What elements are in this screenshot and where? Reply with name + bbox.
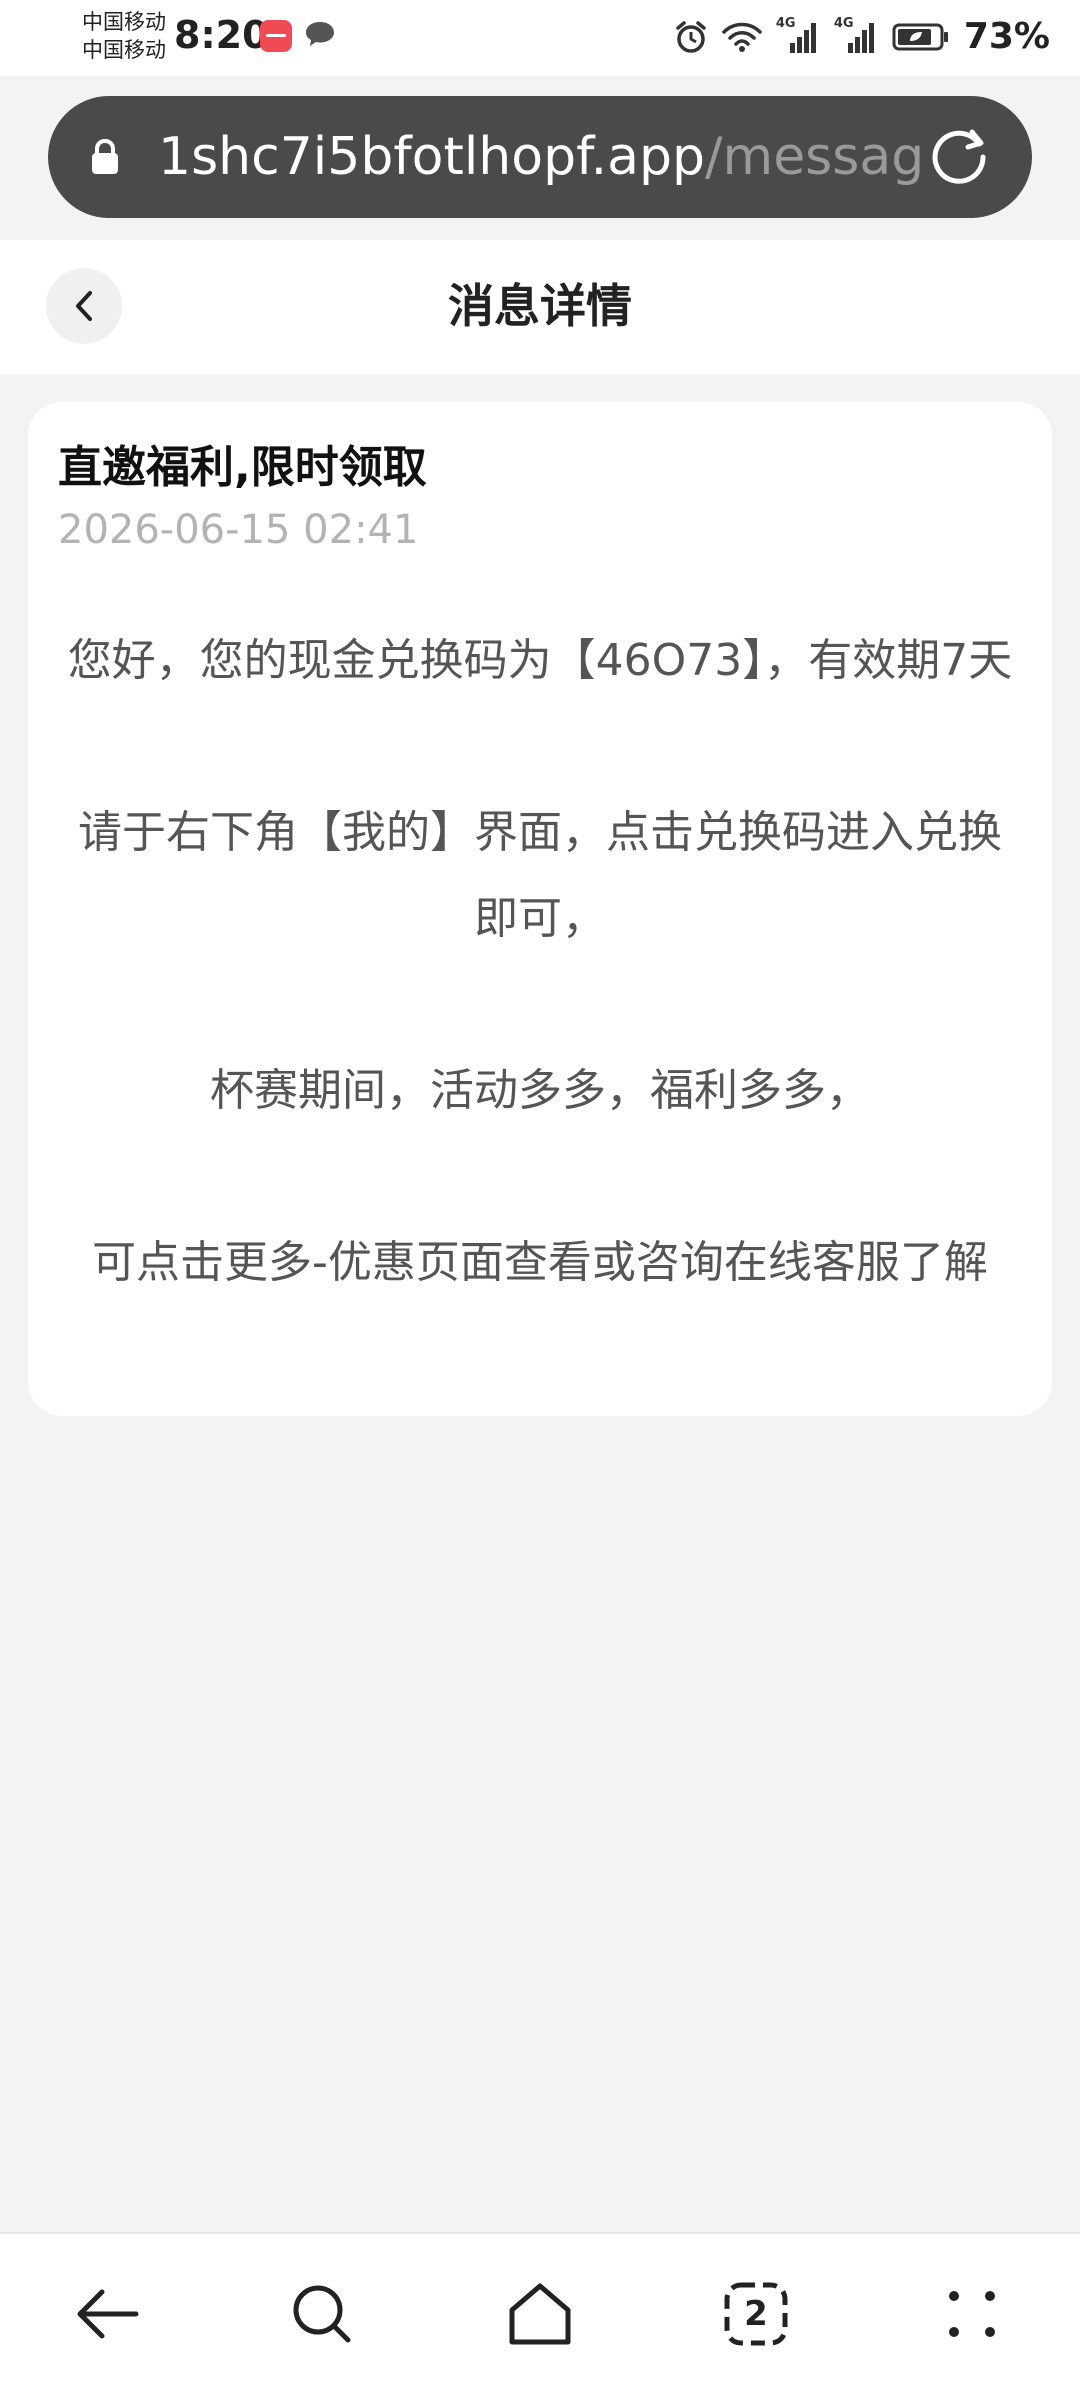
nav-home-button[interactable] bbox=[500, 2274, 580, 2354]
chat-notification-icon bbox=[306, 22, 334, 46]
status-time: 8:20 bbox=[174, 13, 269, 57]
message-paragraph: 杯赛期间，活动多多，福利多多， bbox=[210, 1065, 870, 1116]
carrier-1: 中国移动 bbox=[82, 10, 166, 34]
message-card: 直邀福利,限时领取 2026-06-15 02:41 您好，您的现金兑换码为【4… bbox=[28, 402, 1052, 1416]
message-paragraph: 您好，您的现金兑换码为【46O73】，有效期7天 bbox=[67, 635, 1013, 686]
carrier-names: 中国移动 中国移动 bbox=[82, 8, 166, 64]
message-timestamp: 2026-06-15 02:41 bbox=[58, 507, 419, 553]
status-icons: 4G 4G 73% bbox=[674, 14, 1050, 60]
home-icon bbox=[509, 2283, 571, 2345]
url-path: /messag bbox=[705, 127, 925, 187]
message-paragraph: 可点击更多-优惠页面查看或咨询在线客服了解 bbox=[92, 1237, 988, 1288]
nav-search-button[interactable] bbox=[282, 2274, 362, 2354]
notification-app-icon bbox=[260, 20, 292, 52]
bottom-navigation: 2 bbox=[0, 2232, 1080, 2400]
nav-back-button[interactable] bbox=[68, 2274, 148, 2354]
status-bar: 中国移动 中国移动 8:20 4G 4G 73% bbox=[0, 0, 1080, 76]
nav-menu-button[interactable] bbox=[932, 2274, 1012, 2354]
wifi-icon bbox=[722, 22, 762, 52]
message-title: 直邀福利,限时领取 bbox=[58, 442, 427, 493]
nav-tabs-button[interactable]: 2 bbox=[716, 2274, 796, 2354]
address-bar[interactable]: 1shc7i5bfotlhopf.app/messag bbox=[48, 96, 1032, 218]
alarm-icon bbox=[676, 21, 706, 53]
page-title: 消息详情 bbox=[448, 279, 632, 333]
menu-dots-icon bbox=[949, 2291, 995, 2337]
url-domain: 1shc7i5bfotlhopf.app bbox=[158, 127, 706, 187]
lock-icon bbox=[92, 138, 118, 174]
tab-count: 2 bbox=[744, 2294, 768, 2334]
signal-1-icon: 4G bbox=[776, 17, 820, 57]
page-header: 消息详情 bbox=[0, 240, 1080, 374]
message-paragraph: 请于右下角【我的】界面，点击兑换码进入兑换即可， bbox=[78, 807, 1002, 944]
battery-icon bbox=[892, 23, 948, 51]
battery-percentage: 73% bbox=[963, 16, 1050, 57]
reload-icon[interactable] bbox=[924, 122, 994, 192]
carrier-2: 中国移动 bbox=[82, 38, 166, 62]
url-text[interactable]: 1shc7i5bfotlhopf.app/messag bbox=[158, 124, 934, 190]
signal-2-icon: 4G bbox=[834, 17, 878, 57]
arrow-left-icon bbox=[77, 2289, 139, 2339]
search-icon bbox=[293, 2285, 351, 2343]
message-body: 您好，您的现金兑换码为【46O73】，有效期7天 请于右下角【我的】界面，点击兑… bbox=[58, 618, 1022, 1306]
